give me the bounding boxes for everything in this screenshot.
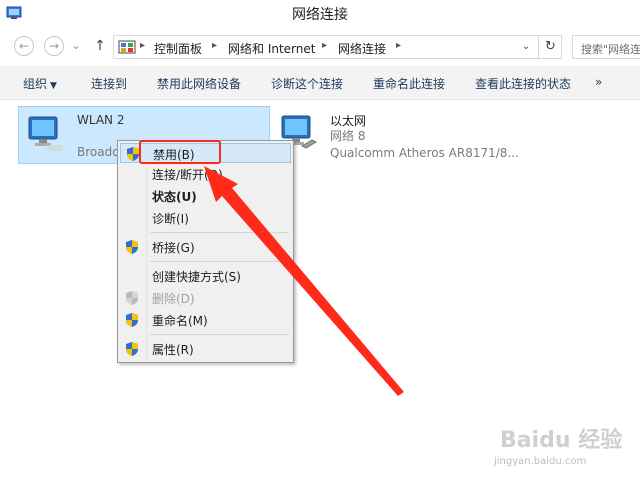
menu-item-status[interactable]: 状态(U) (120, 186, 291, 206)
disable-device-button[interactable]: 禁用此网络设备 (157, 75, 241, 92)
connection-item-ethernet[interactable]: 以太网 网络 8 Qualcomm Atheros AR8171/8... (272, 106, 532, 164)
view-status-button[interactable]: 查看此连接的状态 (475, 75, 571, 92)
connection-status: 网络 8 (330, 129, 366, 143)
up-button[interactable]: ↑ (92, 36, 108, 56)
forward-button[interactable]: → (44, 36, 64, 56)
organize-label: 组织 (23, 77, 48, 91)
address-bar[interactable]: ▸ 控制面板 ▸ 网络和 Internet ▸ 网络连接 ▸ ⌄ ↻ (113, 35, 562, 59)
breadcrumb-separator-icon[interactable]: ▸ (212, 40, 217, 51)
menu-separator (150, 334, 289, 335)
menu-item-delete: 删除(D) (120, 288, 291, 308)
menu-separator (150, 232, 289, 233)
menu-item-label: 桥接(G) (152, 241, 195, 255)
address-dropdown-icon[interactable]: ⌄ (518, 39, 534, 55)
connection-name: WLAN 2 (77, 113, 125, 127)
watermark-text: Baidu 经验 (500, 428, 623, 453)
wireless-adapter-icon (28, 116, 63, 151)
breadcrumb-control-panel[interactable]: 控制面板 (154, 40, 202, 57)
menu-item-create-shortcut[interactable]: 创建快捷方式(S) (120, 266, 291, 286)
breadcrumb-separator-icon: ▸ (140, 40, 146, 51)
menu-item-label: 删除(D) (152, 292, 195, 306)
menu-item-label: 重命名(M) (152, 314, 208, 328)
uac-shield-icon (126, 291, 138, 305)
diagnose-connection-button[interactable]: 诊断这个连接 (271, 75, 343, 92)
watermark: Baidu 经验 jingyan.baidu.com (492, 420, 632, 476)
window-title: 网络连接 (292, 7, 348, 23)
menu-item-rename[interactable]: 重命名(M) (120, 310, 291, 330)
menu-item-label: 连接/断开(O) (152, 168, 223, 182)
menu-item-label: 诊断(I) (152, 212, 189, 226)
command-bar: 组织 ▼ 连接到 禁用此网络设备 诊断这个连接 重命名此连接 查看此连接的状态 » (0, 66, 640, 100)
annotation-highlight-box (139, 140, 221, 164)
title-bar: 网络连接 (0, 0, 640, 28)
menu-item-properties[interactable]: 属性(R) (120, 339, 291, 359)
menu-item-label: 创建快捷方式(S) (152, 270, 241, 284)
connect-to-button[interactable]: 连接到 (91, 75, 127, 92)
back-button[interactable]: ← (14, 36, 34, 56)
uac-shield-icon (127, 147, 139, 161)
uac-shield-icon (126, 313, 138, 327)
menu-separator (150, 261, 289, 262)
uac-shield-icon (126, 342, 138, 356)
search-placeholder: 搜索"网络连 (581, 43, 640, 56)
uac-shield-icon (126, 240, 138, 254)
search-box[interactable]: 搜索"网络连 (572, 35, 640, 59)
refresh-icon[interactable]: ↻ (538, 36, 562, 58)
breadcrumb-network-internet[interactable]: 网络和 Internet (228, 40, 315, 57)
context-menu: 禁用(B) 连接/断开(O) 状态(U) 诊断(I) 桥接(G) 创建快捷方式(… (117, 140, 294, 363)
rename-connection-button[interactable]: 重命名此连接 (373, 75, 445, 92)
navigation-bar: ← → ⌄ ↑ ▸ 控制面板 ▸ 网络和 Internet ▸ 网络连接 ▸ ⌄… (0, 30, 640, 62)
control-panel-icon (118, 40, 136, 54)
more-commands-button[interactable]: » (595, 75, 602, 89)
menu-item-diagnose[interactable]: 诊断(I) (120, 208, 291, 228)
menu-item-connect-disconnect[interactable]: 连接/断开(O) (120, 164, 291, 184)
menu-item-bridge[interactable]: 桥接(G) (120, 237, 291, 257)
menu-item-label: 状态(U) (152, 190, 197, 204)
organize-button[interactable]: 组织 ▼ (23, 75, 57, 92)
dropdown-arrow-icon: ▼ (50, 81, 57, 91)
breadcrumb-separator-icon[interactable]: ▸ (322, 40, 327, 51)
connection-device: Qualcomm Atheros AR8171/8... (330, 146, 519, 160)
breadcrumb-separator-icon[interactable]: ▸ (396, 40, 401, 51)
network-connections-window: 网络连接 ← → ⌄ ↑ ▸ 控制面板 ▸ 网络和 Internet ▸ 网络连… (0, 0, 640, 480)
watermark-url: jingyan.baidu.com (494, 456, 587, 467)
breadcrumb-network-connections[interactable]: 网络连接 (338, 40, 386, 57)
menu-item-label: 属性(R) (152, 343, 194, 357)
connection-device: Broado (77, 145, 120, 159)
recent-locations-button[interactable]: ⌄ (70, 36, 82, 56)
